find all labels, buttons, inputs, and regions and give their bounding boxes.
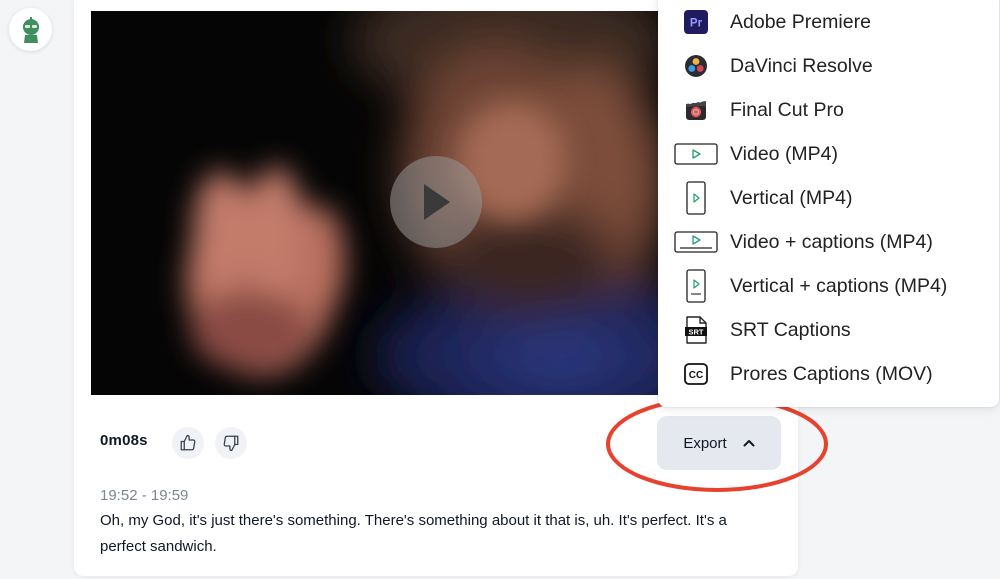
thumbs-up-button[interactable] bbox=[172, 427, 204, 459]
avatar[interactable] bbox=[9, 8, 52, 51]
video-vertical-icon bbox=[674, 181, 718, 215]
svg-text:CC: CC bbox=[689, 370, 703, 381]
menu-item-label: Vertical + captions (MP4) bbox=[730, 274, 948, 297]
export-label: Export bbox=[683, 434, 727, 452]
menu-item-video-mp4[interactable]: Video (MP4) bbox=[658, 132, 999, 176]
video-player[interactable] bbox=[91, 11, 658, 395]
menu-item-vertical-mp4[interactable]: Vertical (MP4) bbox=[658, 176, 999, 220]
export-menu: Pr Adobe Premiere DaVinci Resolve Final … bbox=[658, 0, 999, 407]
menu-item-label: Adobe Premiere bbox=[730, 10, 871, 33]
transcript-text: Oh, my God, it's just there's something.… bbox=[100, 512, 727, 555]
menu-item-label: Video + captions (MP4) bbox=[730, 230, 933, 253]
clip-duration: 0m08s bbox=[100, 432, 148, 449]
svg-text:Pr: Pr bbox=[690, 18, 703, 30]
chevron-up-icon bbox=[743, 440, 755, 447]
page: 0m08s Export 19:52 - 19:59 Oh, my God, i… bbox=[0, 0, 1000, 579]
davinci-icon bbox=[674, 51, 718, 81]
thumbs-up-icon bbox=[180, 434, 196, 451]
menu-item-label: DaVinci Resolve bbox=[730, 54, 873, 77]
time-range: 19:52 - 19:59 bbox=[100, 487, 189, 504]
final-cut-icon bbox=[674, 95, 718, 125]
menu-item-srt-captions[interactable]: SRT SRT Captions bbox=[658, 308, 999, 352]
menu-item-label: Vertical (MP4) bbox=[730, 186, 853, 209]
thumbs-down-button[interactable] bbox=[215, 427, 247, 459]
menu-item-label: Final Cut Pro bbox=[730, 98, 844, 121]
cc-icon: CC bbox=[674, 359, 718, 389]
menu-item-final-cut-pro[interactable]: Final Cut Pro bbox=[658, 88, 999, 132]
video-landscape-captions-icon bbox=[674, 227, 718, 257]
menu-item-vertical-captions-mp4[interactable]: Vertical + captions (MP4) bbox=[658, 264, 999, 308]
svg-text:SRT: SRT bbox=[689, 327, 704, 336]
play-button[interactable] bbox=[390, 156, 482, 248]
video-frame bbox=[91, 11, 658, 395]
menu-item-prores-captions-mov[interactable]: CC Prores Captions (MOV) bbox=[658, 352, 999, 396]
menu-item-adobe-premiere[interactable]: Pr Adobe Premiere bbox=[658, 0, 999, 44]
play-icon bbox=[424, 184, 450, 220]
menu-item-label: Video (MP4) bbox=[730, 142, 839, 165]
premiere-icon: Pr bbox=[674, 7, 718, 37]
menu-item-davinci-resolve[interactable]: DaVinci Resolve bbox=[658, 44, 999, 88]
robot-avatar-icon bbox=[22, 16, 39, 43]
video-landscape-icon bbox=[674, 139, 718, 169]
srt-icon: SRT bbox=[674, 315, 718, 345]
video-vertical-captions-icon bbox=[674, 269, 718, 303]
export-button[interactable]: Export bbox=[657, 416, 781, 470]
menu-item-label: Prores Captions (MOV) bbox=[730, 362, 933, 385]
menu-item-label: SRT Captions bbox=[730, 318, 851, 341]
thumbs-down-icon bbox=[223, 435, 239, 452]
menu-item-video-captions-mp4[interactable]: Video + captions (MP4) bbox=[658, 220, 999, 264]
